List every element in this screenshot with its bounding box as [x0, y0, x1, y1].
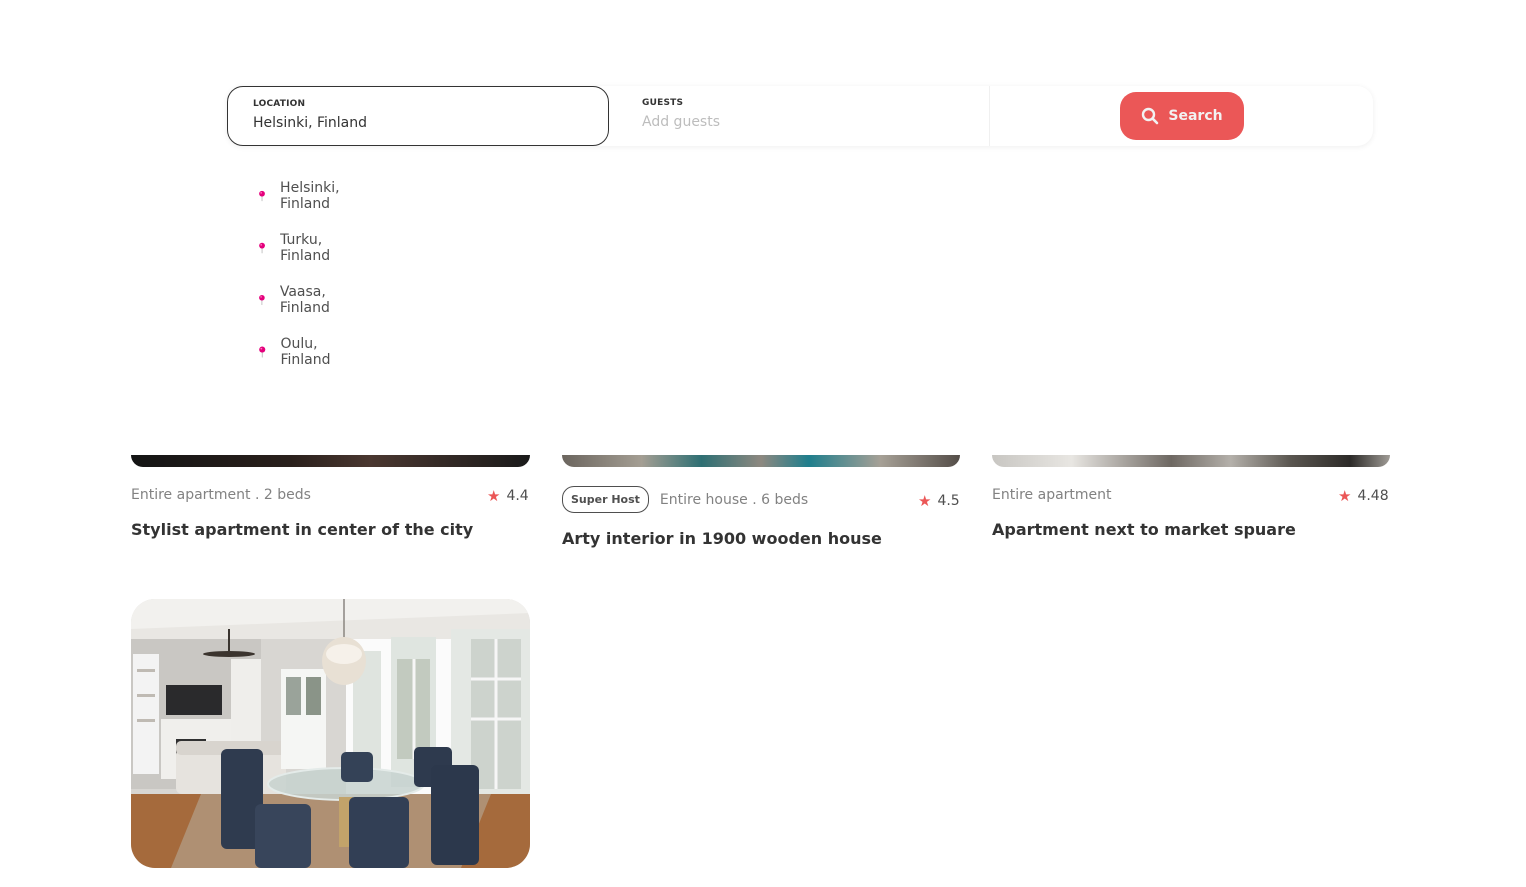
- suggestion-label: Helsinki, Finland: [280, 180, 340, 212]
- map-pin-icon: [259, 190, 265, 202]
- suggestion-label: Oulu, Finland: [280, 336, 331, 368]
- suggestion-item[interactable]: Turku, Finland: [258, 232, 336, 264]
- listing-title[interactable]: Stylist apartment in center of the city: [131, 520, 473, 539]
- location-field[interactable]: LOCATION Helsinki, Finland: [227, 86, 609, 146]
- superhost-badge: Super Host: [562, 486, 649, 513]
- listing-type: Entire house . 6 beds: [659, 491, 809, 508]
- suggestion-label: Vaasa, Finland: [279, 284, 330, 316]
- listing-type: Entire apartment . 2 beds: [131, 487, 311, 503]
- search-button[interactable]: Search: [1120, 92, 1244, 140]
- listing-photo[interactable]: [131, 455, 530, 467]
- map-pin-icon: [259, 294, 265, 306]
- location-label: LOCATION: [253, 99, 306, 109]
- dining-room-photo: [131, 599, 530, 868]
- rating-value: 4.5: [937, 493, 960, 509]
- star-icon: ★: [487, 487, 501, 505]
- listing-title[interactable]: Apartment next to market spuare: [992, 520, 1296, 539]
- listing-title[interactable]: Arty interior in 1900 wooden house: [562, 529, 882, 548]
- suggestion-label: Turku, Finland: [280, 232, 331, 264]
- star-icon: ★: [918, 492, 932, 510]
- listing-rating: ★ 4.48: [1338, 487, 1389, 505]
- search-icon: [1142, 107, 1159, 125]
- listing-photo[interactable]: [992, 455, 1390, 467]
- search-bar: LOCATION Helsinki, Finland GUESTS Add gu…: [227, 86, 1373, 146]
- suggestion-item[interactable]: Vaasa, Finland: [258, 284, 336, 316]
- rating-value: 4.48: [1357, 488, 1389, 504]
- rating-value: 4.4: [506, 488, 529, 504]
- star-icon: ★: [1338, 487, 1352, 505]
- map-pin-icon: [259, 346, 266, 358]
- guests-field[interactable]: GUESTS Add guests: [609, 86, 990, 146]
- listing-rating: ★ 4.5: [918, 492, 960, 510]
- map-pin-icon: [259, 242, 265, 254]
- listing-photo[interactable]: [131, 599, 530, 868]
- listing-meta: Super Host Entire house . 6 beds: [562, 486, 808, 513]
- suggestion-item[interactable]: Helsinki, Finland: [258, 180, 346, 212]
- location-input[interactable]: Helsinki, Finland: [253, 115, 608, 131]
- listing-photo[interactable]: [562, 455, 960, 467]
- guests-input[interactable]: Add guests: [642, 114, 989, 130]
- listing-rating: ★ 4.4: [487, 487, 529, 505]
- listing-type: Entire apartment: [992, 487, 1112, 503]
- guests-label: GUESTS: [642, 98, 684, 108]
- suggestion-item[interactable]: Oulu, Finland: [258, 336, 336, 368]
- search-button-label: Search: [1168, 108, 1223, 124]
